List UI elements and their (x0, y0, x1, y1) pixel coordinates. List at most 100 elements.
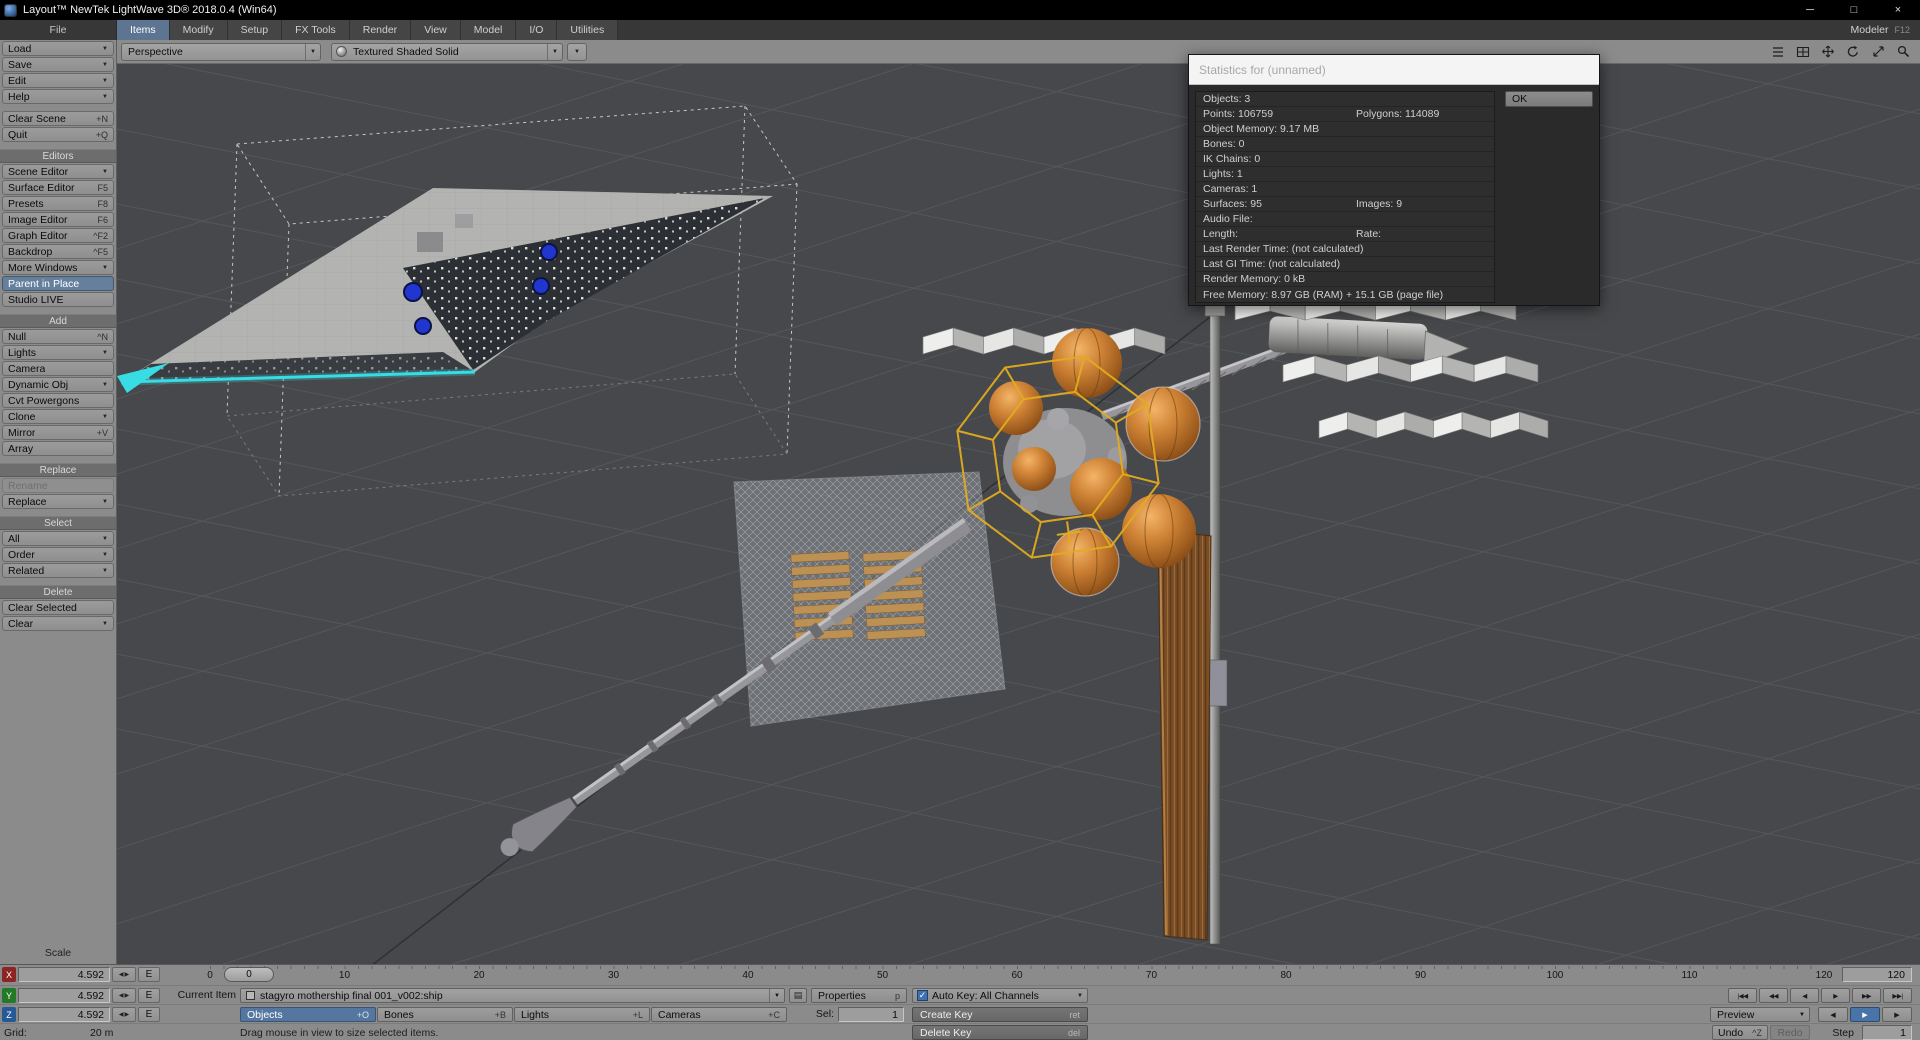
objects-button[interactable]: Objects +O (240, 1007, 376, 1022)
delete-key-button[interactable]: Delete Key del (912, 1025, 1088, 1040)
view-mode-dropdown[interactable]: Perspective ▼ (121, 42, 321, 61)
preview-forward-button[interactable]: ▶ (1882, 1007, 1912, 1022)
tab-setup[interactable]: Setup (227, 20, 283, 40)
transport-prev-key-button[interactable]: ◀◀ (1759, 988, 1788, 1003)
sidebar-item-graph-editor[interactable]: Graph Editor ^F2 (2, 228, 114, 243)
current-item-dropdown[interactable]: stagyro mothership final 001_v002:ship ▼ (240, 988, 785, 1003)
create-key-button[interactable]: Create Key ret (912, 1007, 1088, 1022)
lights-button[interactable]: Lights +L (514, 1007, 650, 1022)
sidebar-item-load[interactable]: Load ▼ (2, 41, 114, 56)
timeline-track[interactable]: 0 10 20 30 40 50 60 70 80 90 100 110 120… (166, 965, 1834, 985)
spinner-right-icon: ▶ (124, 972, 130, 978)
zoom-icon[interactable] (1867, 43, 1889, 60)
sidebar-item-backdrop[interactable]: Backdrop ^F5 (2, 244, 114, 259)
close-icon[interactable]: × (1876, 0, 1920, 20)
bottom-bar: X 4.592 ◀ ▶ E 0 10 20 30 40 50 60 70 80 9… (0, 964, 1920, 1040)
sidebar-item-select-related[interactable]: Related ▼ (2, 563, 114, 578)
sidebar-item-help[interactable]: Help ▼ (2, 89, 114, 104)
undo-button[interactable]: Undo ^Z (1712, 1025, 1768, 1040)
sel-count-field[interactable]: 1 (838, 1007, 904, 1022)
sidebar-item-replace[interactable]: Replace ▼ (2, 494, 114, 509)
tab-items[interactable]: Items (117, 20, 170, 40)
properties-button[interactable]: Properties p (811, 988, 907, 1003)
sidebar-item-save[interactable]: Save ▼ (2, 57, 114, 72)
list-icon[interactable] (1767, 43, 1789, 60)
minimize-icon[interactable]: ─ (1788, 0, 1832, 20)
sidebar-item-mirror[interactable]: Mirror +V (2, 425, 114, 440)
preview-play-button[interactable]: ▶ (1850, 1007, 1880, 1022)
x-spinner[interactable]: ◀ ▶ (112, 967, 136, 982)
sidebar-item-clear[interactable]: Clear ▼ (2, 616, 114, 631)
stat-left: Lights: 1 (1203, 168, 1243, 180)
z-axis-row: Z 4.592 ◀ ▶ E (2, 1007, 160, 1022)
viewport-3d[interactable] (117, 64, 1920, 964)
sidebar-item-cvt-powergons[interactable]: Cvt Powergons (2, 393, 114, 408)
last-frame-field[interactable]: 120 (1842, 967, 1912, 982)
sidebar-item-array[interactable]: Array (2, 441, 114, 456)
auto-key-dropdown[interactable]: ✓ Auto Key: All Channels ▼ (912, 988, 1088, 1003)
station-copper-panel (1157, 529, 1212, 941)
y-spinner[interactable]: ◀ ▶ (112, 988, 136, 1003)
tab-io[interactable]: I/O (516, 20, 558, 40)
sidebar-item-more-windows[interactable]: More Windows ▼ (2, 260, 114, 275)
z-spinner[interactable]: ◀ ▶ (112, 1007, 136, 1022)
tab-fx-tools[interactable]: FX Tools (282, 20, 350, 40)
sidebar-item-scene-editor[interactable]: Scene Editor ▼ (2, 164, 114, 179)
quad-view-icon[interactable] (1792, 43, 1814, 60)
z-envelope-button[interactable]: E (138, 1007, 160, 1022)
x-envelope-button[interactable]: E (138, 967, 160, 982)
window-title: Layout™ NewTek LightWave 3D® 2018.0.4 (W… (23, 4, 277, 16)
sidebar-item-null[interactable]: Null ^N (2, 329, 114, 344)
transport-start-button[interactable]: |◀◀ (1728, 988, 1757, 1003)
sidebar-item-dynamic-obj[interactable]: Dynamic Obj ▼ (2, 377, 114, 392)
tab-render[interactable]: Render (349, 20, 412, 40)
ok-button[interactable]: OK (1505, 91, 1593, 107)
sidebar-item-clear-scene[interactable]: Clear Scene +N (2, 111, 114, 126)
frame-slider-handle[interactable]: 0 (224, 967, 274, 982)
timeline-tick: 70 (1145, 970, 1158, 981)
cameras-button[interactable]: Cameras +C (651, 1007, 787, 1022)
tab-utilities[interactable]: Utilities (557, 20, 619, 40)
sidebar-item-image-editor[interactable]: Image Editor F6 (2, 212, 114, 227)
tab-view[interactable]: View (411, 20, 461, 40)
stat-left: Last Render Time: (not calculated) (1203, 243, 1364, 255)
sidebar-item-studio-live[interactable]: Studio LIVE (2, 292, 114, 307)
preview-reverse-button[interactable]: ◀ (1818, 1007, 1848, 1022)
transport-next-key-button[interactable]: ▶▶ (1852, 988, 1881, 1003)
sidebar-item-edit[interactable]: Edit ▼ (2, 73, 114, 88)
modeler-button[interactable]: Modeler F12 (1841, 20, 1920, 40)
pan-icon[interactable] (1817, 43, 1839, 60)
maximize-icon[interactable]: □ (1832, 0, 1876, 20)
tab-modify[interactable]: Modify (169, 20, 228, 40)
viewport-scene (117, 64, 1920, 964)
y-envelope-button[interactable]: E (138, 988, 160, 1003)
viewport-options-dropdown[interactable]: ▼ (567, 42, 587, 61)
x-value-field[interactable]: 4.592 (18, 967, 110, 982)
transport-end-button[interactable]: ▶▶| (1883, 988, 1912, 1003)
preview-dropdown[interactable]: Preview ▼ (1710, 1007, 1810, 1022)
sidebar-item-clear-selected[interactable]: Clear Selected (2, 600, 114, 615)
rotate-icon[interactable] (1842, 43, 1864, 60)
step-field[interactable]: 1 (1862, 1025, 1912, 1040)
sidebar-item-surface-editor[interactable]: Surface Editor F5 (2, 180, 114, 195)
sidebar-item-select-all[interactable]: All ▼ (2, 531, 114, 546)
transport-step-forward-button[interactable]: ▶ (1821, 988, 1850, 1003)
sidebar-item-presets[interactable]: Presets F8 (2, 196, 114, 211)
sidebar-item-parent-in-place[interactable]: Parent in Place (2, 276, 114, 291)
item-list-toggle-button[interactable]: ▤ (789, 988, 807, 1003)
z-value-field[interactable]: 4.592 (18, 1007, 110, 1022)
auto-key-checkbox[interactable]: ✓ (917, 990, 928, 1001)
sidebar-item-quit[interactable]: Quit +Q (2, 127, 114, 142)
transport-step-back-button[interactable]: ◀ (1790, 988, 1819, 1003)
sidebar-item-clone[interactable]: Clone ▼ (2, 409, 114, 424)
magnify-icon[interactable] (1892, 43, 1914, 60)
shading-mode-dropdown[interactable]: Textured Shaded Solid ▼ (331, 42, 563, 61)
bones-button[interactable]: Bones +B (377, 1007, 513, 1022)
tab-model[interactable]: Model (460, 20, 517, 40)
sidebar-item-lights[interactable]: Lights ▼ (2, 345, 114, 360)
sidebar-item-camera[interactable]: Camera (2, 361, 114, 376)
sidebar-item-select-order[interactable]: Order ▼ (2, 547, 114, 562)
timeline-tick: 80 (1280, 970, 1292, 981)
y-value-field[interactable]: 4.592 (18, 988, 110, 1003)
statistics-dialog-titlebar[interactable]: Statistics for (unnamed) (1189, 55, 1599, 85)
